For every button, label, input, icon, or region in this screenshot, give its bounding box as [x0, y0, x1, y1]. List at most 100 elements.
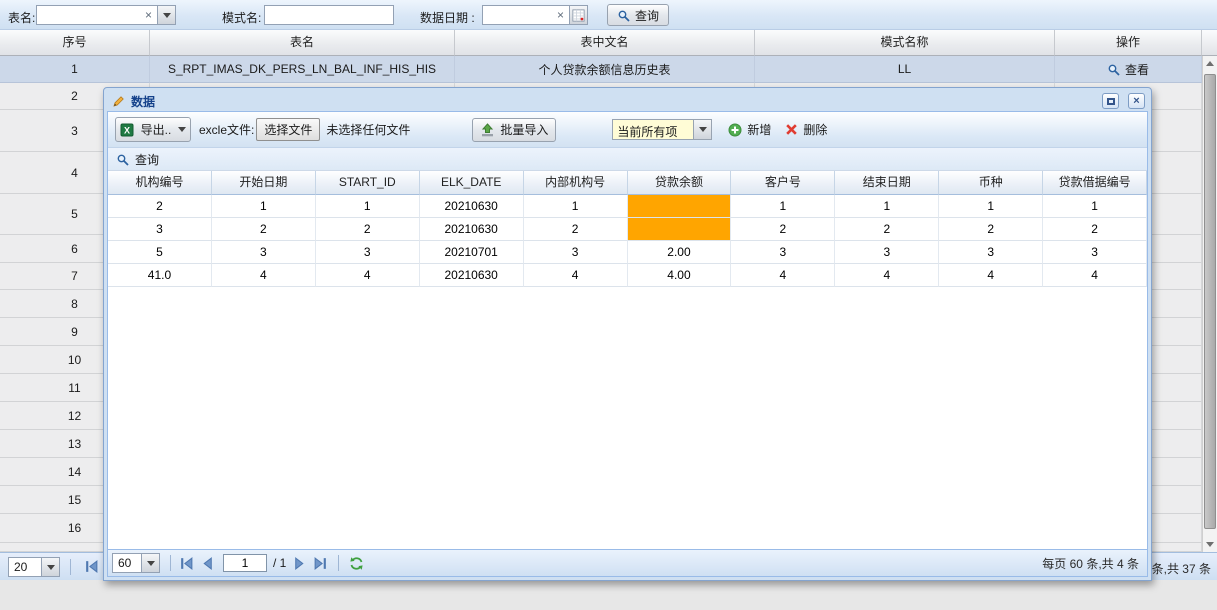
edit-pencil-icon	[112, 95, 125, 108]
first-page-button[interactable]	[179, 556, 194, 571]
column-header-seq[interactable]: 序号	[0, 30, 150, 56]
grid-column-header[interactable]: 贷款借据编号	[1043, 171, 1147, 195]
grid-row[interactable]: 41.0442021063044.004444	[108, 264, 1147, 287]
grid-row[interactable]: 3222021063022222	[108, 218, 1147, 241]
separator	[70, 559, 71, 575]
grid-column-header[interactable]: 机构编号	[108, 171, 212, 195]
grid-column-header[interactable]: 开始日期	[212, 171, 316, 195]
view-link[interactable]: 查看	[1107, 61, 1149, 78]
grid-cell: 41.0	[108, 264, 212, 287]
svg-text:X: X	[124, 125, 130, 135]
data-grid-body: 2112021063011111322202106302222253320210…	[108, 195, 1147, 287]
grid-cell: 4	[835, 264, 939, 287]
data-grid-header: 机构编号开始日期START_IDELK_DATE内部机构号贷款余额客户号结束日期…	[108, 171, 1147, 195]
first-page-icon	[84, 559, 99, 574]
grid-column-header[interactable]: START_ID	[316, 171, 420, 195]
last-page-button[interactable]	[313, 556, 328, 571]
refresh-button[interactable]	[349, 556, 364, 571]
grid-cell: 20210630	[420, 218, 524, 241]
calendar-icon[interactable]	[570, 5, 588, 25]
table-name-label: 表名:	[8, 9, 35, 26]
schema-name-cell: LL	[755, 56, 1055, 83]
column-header-table-cn-name[interactable]: 表中文名	[455, 30, 755, 56]
grid-cell: 2	[316, 218, 420, 241]
excel-icon: X	[120, 123, 134, 137]
clear-icon[interactable]: ×	[557, 8, 564, 22]
grid-query-button[interactable]: 查询	[108, 148, 1147, 171]
first-page-icon	[179, 556, 194, 571]
column-header-table-name[interactable]: 表名	[150, 30, 455, 56]
separator	[338, 555, 339, 571]
grid-cell: 4.00	[628, 264, 732, 287]
pager-summary-text: 每页 60 条,共 4 条	[1042, 555, 1139, 572]
grid-cell: 2	[524, 218, 628, 241]
batch-import-button[interactable]: 批量导入	[472, 118, 556, 142]
grid-column-header[interactable]: ELK_DATE	[420, 171, 524, 195]
query-button[interactable]: 查询	[607, 4, 669, 26]
choose-file-button[interactable]: 选择文件	[256, 118, 320, 141]
first-page-button[interactable]	[84, 559, 99, 574]
add-button[interactable]: 新增	[728, 121, 771, 138]
grid-cell: 2	[108, 195, 212, 218]
schema-name-input[interactable]	[264, 5, 394, 25]
search-icon	[617, 9, 630, 22]
page-size-select[interactable]: 20	[8, 557, 60, 577]
status-strip	[0, 580, 1217, 610]
scope-select[interactable]: 当前所有项	[612, 119, 712, 140]
grid-cell: 4	[1043, 264, 1147, 287]
grid-cell: 2	[1043, 218, 1147, 241]
refresh-icon	[349, 556, 364, 571]
scrollbar-thumb[interactable]	[1204, 74, 1216, 529]
grid-row[interactable]: 5332021070132.003333	[108, 241, 1147, 264]
table-name-input[interactable]	[36, 5, 158, 25]
grid-column-header[interactable]: 贷款余额	[628, 171, 732, 195]
data-window: 数据 × X 导出.. excle文件: 选择文件 未选择任何文件	[103, 87, 1152, 581]
grid-query-label: 查询	[135, 151, 159, 168]
table-row-selected[interactable]: 1 S_RPT_IMAS_DK_PERS_LN_BAL_INF_HIS_HIS …	[0, 56, 1217, 83]
grid-cell: 4	[524, 264, 628, 287]
action-cell: 查看	[1055, 56, 1202, 83]
scroll-down-icon[interactable]	[1203, 537, 1217, 552]
clear-icon[interactable]: ×	[145, 8, 152, 22]
grid-column-header[interactable]: 结束日期	[835, 171, 939, 195]
page-size-select[interactable]: 60	[112, 553, 160, 573]
delete-button[interactable]: 删除	[785, 121, 827, 138]
grid-cell: 3	[1043, 241, 1147, 264]
chevron-down-icon	[141, 554, 159, 572]
export-button[interactable]: X 导出..	[115, 117, 191, 142]
page-count-text: / 1	[273, 556, 286, 570]
grid-cell: 5	[108, 241, 212, 264]
grid-row[interactable]: 2112021063011111	[108, 195, 1147, 218]
maximize-button[interactable]	[1102, 93, 1119, 109]
page-size-value: 20	[9, 558, 41, 576]
prev-page-button[interactable]	[200, 556, 215, 571]
data-date-label: 数据日期 :	[420, 9, 475, 26]
vertical-scrollbar[interactable]	[1202, 56, 1217, 552]
grid-column-header[interactable]: 币种	[939, 171, 1043, 195]
grid-cell: 4	[731, 264, 835, 287]
grid-column-header[interactable]: 客户号	[731, 171, 835, 195]
grid-cell: 2	[212, 218, 316, 241]
grid-cell: 3	[316, 241, 420, 264]
scroll-up-icon[interactable]	[1203, 56, 1217, 71]
next-page-button[interactable]	[292, 556, 307, 571]
grid-cell: 4	[939, 264, 1043, 287]
chevron-down-icon[interactable]	[158, 5, 176, 25]
page-number-input[interactable]	[223, 554, 267, 572]
data-date-field[interactable]: ×	[482, 5, 588, 25]
search-icon	[116, 153, 129, 166]
window-titlebar[interactable]: 数据 ×	[107, 91, 1148, 111]
grid-column-header[interactable]: 内部机构号	[524, 171, 628, 195]
grid-cell: 20210630	[420, 195, 524, 218]
column-header-schema[interactable]: 模式名称	[755, 30, 1055, 56]
grid-cell: 2	[939, 218, 1043, 241]
total-records-text: 条,共 37 条	[1152, 560, 1211, 577]
separator	[170, 555, 171, 571]
export-button-label: 导出..	[141, 121, 172, 138]
close-button[interactable]: ×	[1128, 93, 1145, 109]
upload-icon	[480, 123, 495, 137]
grid-cell: 4	[316, 264, 420, 287]
seq-cell: 1	[0, 56, 150, 83]
column-header-action[interactable]: 操作	[1055, 30, 1202, 56]
table-name-combobox[interactable]: ×	[36, 5, 176, 25]
